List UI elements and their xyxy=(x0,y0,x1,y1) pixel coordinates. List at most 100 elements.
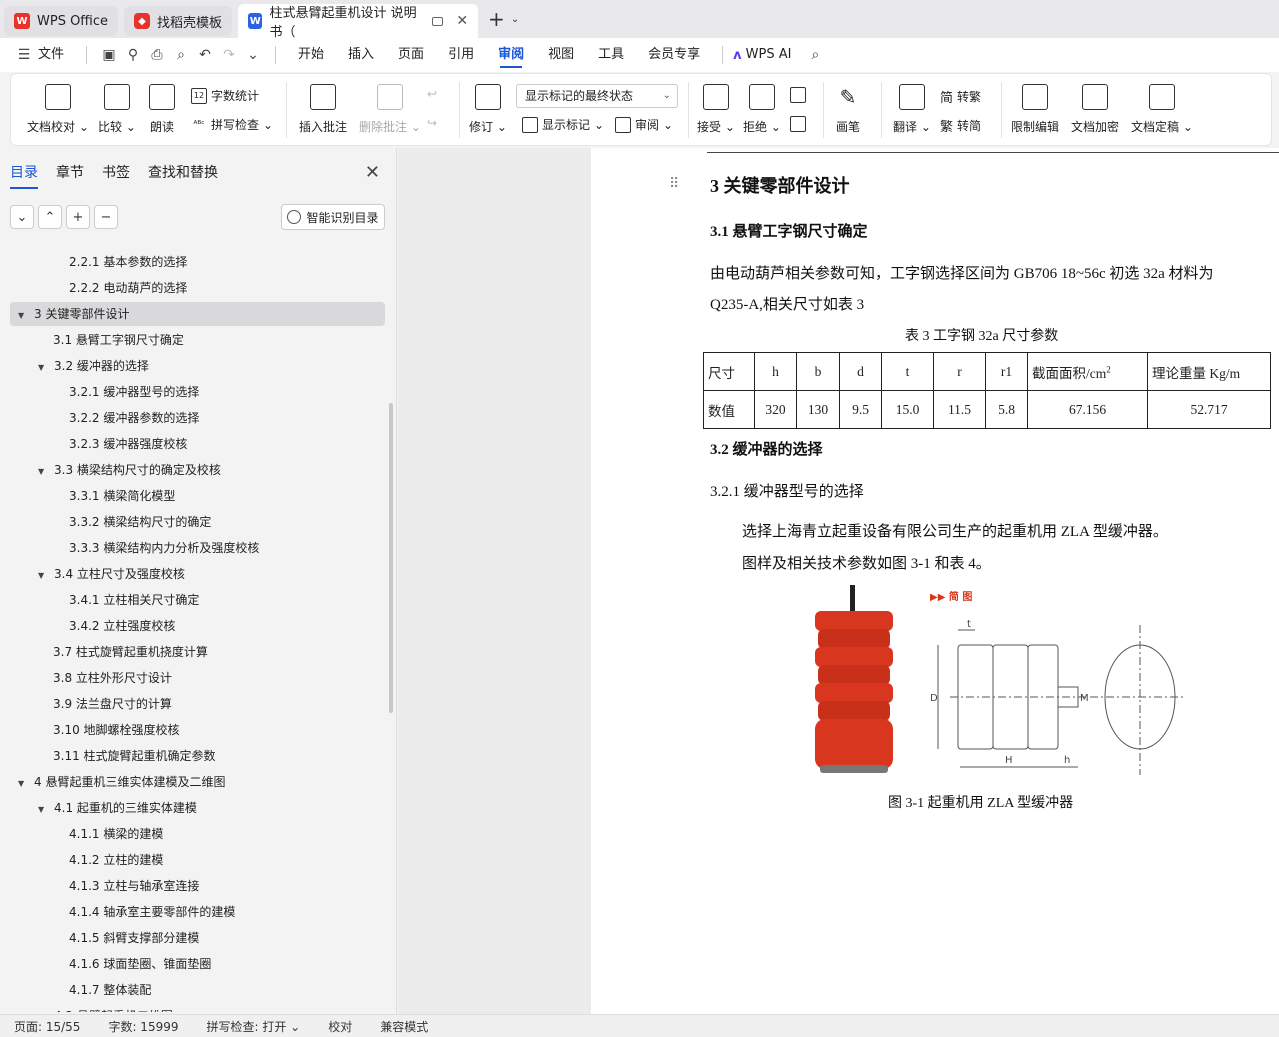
read-aloud-button[interactable]: 朗读 xyxy=(149,74,175,144)
toc-item[interactable]: 3.11 柱式旋臂起重机确定参数 xyxy=(10,744,385,768)
tab-wps-office[interactable]: W WPS Office xyxy=(4,6,119,36)
new-tab-icon[interactable]: + xyxy=(488,7,505,31)
toc-item[interactable]: 4.1.7 整体装配 xyxy=(10,978,385,1002)
nav-scrollbar[interactable] xyxy=(389,403,393,713)
menu-page[interactable]: 页面 xyxy=(386,38,436,72)
to-simplified-button[interactable]: 繁 转简 xyxy=(940,116,981,135)
menu-reference[interactable]: 引用 xyxy=(436,38,486,72)
toc-item[interactable]: 3.3.1 横梁简化模型 xyxy=(10,484,385,508)
wps-ai-icon[interactable]: ᴧ xyxy=(733,48,741,63)
revise-button[interactable]: 修订 ⌄ xyxy=(469,74,507,144)
expand-arrow-icon[interactable]: ▼ xyxy=(38,356,50,380)
toc-item[interactable]: 3.9 法兰盘尺寸的计算 xyxy=(10,692,385,716)
monitor-icon[interactable] xyxy=(432,16,444,26)
toc-item[interactable]: ▼ 3 关键零部件设计 xyxy=(10,302,385,326)
markup-state-select[interactable]: 显示标记的最终状态 ⌄ xyxy=(516,84,678,108)
expand-arrow-icon[interactable]: ▼ xyxy=(38,564,50,588)
expand-arrow-icon[interactable]: ▼ xyxy=(38,798,50,822)
close-icon[interactable]: ✕ xyxy=(365,162,380,183)
toc-item[interactable]: 4.1.2 立柱的建模 xyxy=(10,848,385,872)
nav-tab-bookmarks[interactable]: 书签 xyxy=(102,162,130,189)
add-toc-button[interactable]: + xyxy=(66,205,90,229)
toc-item[interactable]: 3.7 柱式旋臂起重机挠度计算 xyxy=(10,640,385,664)
status-spell[interactable]: 拼写检查: 打开 ⌄ xyxy=(193,1018,315,1035)
menu-review[interactable]: 审阅 xyxy=(486,38,536,72)
toc-item[interactable]: 4.1.4 轴承室主要零部件的建模 xyxy=(10,900,385,924)
finalize-button[interactable]: 文档定稿 ⌄ xyxy=(1131,74,1193,144)
print-icon[interactable]: ⎙ xyxy=(145,38,169,72)
toc-item[interactable]: 4.1.6 球面垫圈、锥面垫圈 xyxy=(10,952,385,976)
toc-item[interactable]: 2.2.1 基本参数的选择 xyxy=(10,250,385,274)
nav-tab-toc[interactable]: 目录 xyxy=(10,162,38,189)
toc-item[interactable]: 3.2.1 缓冲器型号的选择 xyxy=(10,380,385,404)
chevron-down-icon[interactable]: ⌄ xyxy=(511,14,519,25)
chevron-down-icon[interactable]: ⌄ xyxy=(241,38,265,72)
toc-item[interactable]: 3.3.3 横梁结构内力分析及强度校核 xyxy=(10,536,385,560)
expand-arrow-icon[interactable]: ▼ xyxy=(18,304,30,328)
doc-proof-button[interactable]: 文档校对 ⌄ xyxy=(27,74,89,144)
restrict-edit-button[interactable]: 限制编辑 xyxy=(1011,74,1059,144)
menu-tools[interactable]: 工具 xyxy=(586,38,636,72)
pen-button[interactable]: ✎ 画笔 xyxy=(835,74,861,144)
next-comment-icon[interactable]: ↪ xyxy=(427,116,437,130)
tab-document[interactable]: W 柱式悬臂起重机设计 说明书（ ✕ xyxy=(238,4,479,40)
toc-item[interactable]: 4.1.1 横梁的建模 xyxy=(10,822,385,846)
toc-item[interactable]: 3.3.2 横梁结构尺寸的确定 xyxy=(10,510,385,534)
search-icon[interactable]: ⌕ xyxy=(803,38,827,72)
word-count-button[interactable]: 12 字数统计 xyxy=(191,87,259,104)
menu-view[interactable]: 视图 xyxy=(536,38,586,72)
delete-comment-button[interactable]: 删除批注 ⌄ xyxy=(359,74,421,144)
toc-item[interactable]: ▼ 4 悬臂起重机三维实体建模及二维图 xyxy=(10,770,385,794)
status-page[interactable]: 页面: 15/55 xyxy=(0,1018,94,1035)
tab-docer-templates[interactable]: ◆ 找稻壳模板 xyxy=(124,6,233,36)
status-proof[interactable]: 校对 xyxy=(314,1018,366,1035)
to-traditional-button[interactable]: 简 转繁 xyxy=(940,87,981,106)
toc-item[interactable]: 3.2.2 缓冲器参数的选择 xyxy=(10,406,385,430)
review-pane-button[interactable]: 审阅 ⌄ xyxy=(615,116,673,133)
translate-button[interactable]: 翻译 ⌄ xyxy=(893,74,931,144)
toc-item[interactable]: ▼ 4.1 起重机的三维实体建模 xyxy=(10,796,385,820)
print-preview-icon[interactable]: ⌕ xyxy=(169,38,193,72)
toc-item[interactable]: ▼ 3.3 横梁结构尺寸的确定及校核 xyxy=(10,458,385,482)
expand-arrow-icon[interactable]: ▼ xyxy=(18,772,30,796)
link-icon[interactable]: ⚲ xyxy=(121,38,145,72)
drag-handle-icon[interactable]: ⠿ xyxy=(669,176,679,192)
menu-insert[interactable]: 插入 xyxy=(336,38,386,72)
reject-button[interactable]: 拒绝 ⌄ xyxy=(743,74,781,144)
next-change-icon[interactable] xyxy=(790,116,806,132)
save-icon[interactable]: ▣ xyxy=(97,38,121,72)
accept-button[interactable]: 接受 ⌄ xyxy=(697,74,735,144)
redo-icon[interactable]: ↷ xyxy=(217,38,241,72)
nav-tab-chapters[interactable]: 章节 xyxy=(56,162,84,189)
toc-item[interactable]: ▼ 4.2 悬臂起重机二维图 xyxy=(10,1004,385,1012)
menu-start[interactable]: 开始 xyxy=(286,38,336,72)
expand-arrow-icon[interactable]: ▼ xyxy=(38,460,50,484)
smart-toc-button[interactable]: 智能识别目录 xyxy=(281,204,385,230)
toc-item[interactable]: 2.2.2 电动葫芦的选择 xyxy=(10,276,385,300)
compare-button[interactable]: 比较 ⌄ xyxy=(98,74,136,144)
menu-member[interactable]: 会员专享 xyxy=(636,38,712,72)
toc-item[interactable]: 4.1.3 立柱与轴承室连接 xyxy=(10,874,385,898)
close-tab-icon[interactable]: ✕ xyxy=(456,13,468,29)
nav-tab-find-replace[interactable]: 查找和替换 xyxy=(148,162,218,189)
menu-wps-ai[interactable]: WPS AI xyxy=(742,38,804,72)
toc-item[interactable]: 3.4.1 立柱相关尺寸确定 xyxy=(10,588,385,612)
toc-item[interactable]: ▼ 3.4 立柱尺寸及强度校核 xyxy=(10,562,385,586)
toc-item[interactable]: 3.1 悬臂工字钢尺寸确定 xyxy=(10,328,385,352)
collapse-all-button[interactable]: ⌄ xyxy=(10,205,34,229)
status-words[interactable]: 字数: 15999 xyxy=(94,1018,192,1035)
toc-item[interactable]: ▼ 3.2 缓冲器的选择 xyxy=(10,354,385,378)
move-up-button[interactable]: ⌃ xyxy=(38,205,62,229)
show-markup-button[interactable]: 显示标记 ⌄ xyxy=(522,116,604,133)
toc-item[interactable]: 3.8 立柱外形尺寸设计 xyxy=(10,666,385,690)
spell-check-button[interactable]: ᴬᴮᶜ 拼写检查 ⌄ xyxy=(191,116,273,133)
prev-change-icon[interactable] xyxy=(790,87,806,103)
menu-file[interactable]: 文件 xyxy=(36,38,76,72)
toc-item[interactable]: 4.1.5 斜臂支撑部分建模 xyxy=(10,926,385,950)
remove-toc-button[interactable]: − xyxy=(94,205,118,229)
undo-icon[interactable]: ↶ xyxy=(193,38,217,72)
expand-arrow-icon[interactable]: ▼ xyxy=(38,1006,50,1012)
toc-item[interactable]: 3.2.3 缓冲器强度校核 xyxy=(10,432,385,456)
prev-comment-icon[interactable]: ↩ xyxy=(427,87,437,101)
insert-comment-button[interactable]: 插入批注 xyxy=(299,74,347,144)
